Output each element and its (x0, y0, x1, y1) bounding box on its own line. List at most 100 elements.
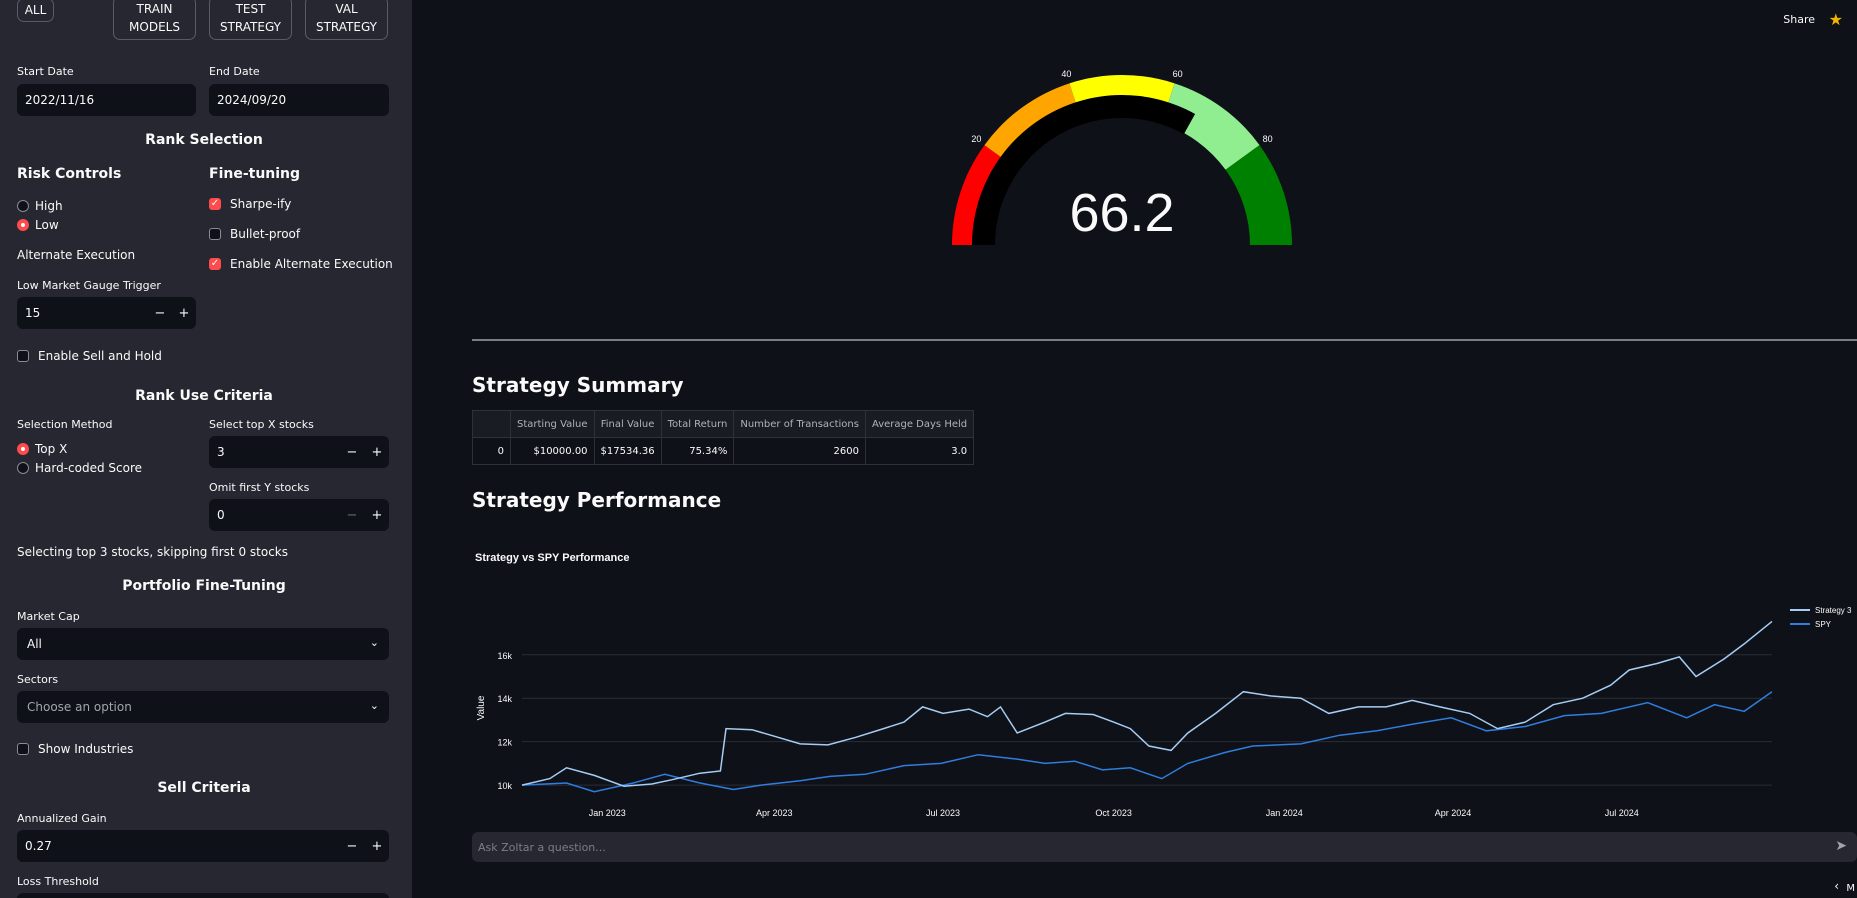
chart-title: Strategy vs SPY Performance (475, 552, 629, 564)
increment-button[interactable]: + (366, 499, 388, 531)
chevron-left-icon[interactable]: ‹ (1834, 879, 1839, 893)
portfolio-fine-tuning-title: Portfolio Fine-Tuning (122, 578, 286, 594)
sidebar: ALL TRAIN MODELS TEST STRATEGY VAL STRAT… (0, 0, 412, 898)
increment-button[interactable]: + (366, 830, 388, 862)
radio-dot (17, 219, 29, 231)
select-top-x-value: 3 (217, 445, 225, 459)
table-cell: 2600 (733, 437, 866, 465)
performance-chart-svg: Strategy vs SPY Performance 10k 12k 14k 16k V… (475, 552, 1852, 818)
end-date-input[interactable]: 2024/09/20 (209, 84, 389, 116)
train-models-button[interactable]: TRAIN MODELS (113, 0, 196, 40)
checkbox-enable-sell-hold[interactable]: Enable Sell and Hold (17, 349, 162, 363)
chevron-down-icon: ⌄ (369, 636, 379, 649)
column-header-index (472, 410, 511, 438)
chat-placeholder: Ask Zoltar a question... (478, 840, 606, 854)
column-header-total-return: Total Return (660, 410, 735, 438)
main-content: Share ★ 02040608010066.2 Strategy Summar… (412, 0, 1857, 898)
increment-button[interactable]: + (173, 297, 195, 329)
rank-selection-title: Rank Selection (145, 132, 263, 148)
strategy-summary-title: Strategy Summary (472, 373, 684, 397)
table-cell: 0 (472, 437, 511, 465)
selecting-summary-text: Selecting top 3 stocks, skipping first 0… (17, 545, 288, 559)
strategy-summary-table: Starting Value Final Value Total Return … (472, 410, 975, 465)
select-top-x-input[interactable]: 3 − + (209, 436, 389, 468)
decrement-button[interactable]: − (341, 830, 363, 862)
table-cell: $10000.00 (510, 437, 595, 465)
send-icon[interactable]: ➤ (1835, 838, 1847, 854)
checkbox-label-show-industries: Show Industries (38, 742, 134, 756)
checkbox-label-bullet-proof: Bullet-proof (230, 227, 301, 241)
val-strategy-button[interactable]: VAL STRATEGY (305, 0, 388, 40)
divider (472, 339, 1857, 341)
all-button[interactable]: ALL (17, 0, 54, 22)
y-tick-label: 12k (497, 738, 512, 748)
chat-input[interactable]: Ask Zoltar a question... ➤ (472, 832, 1857, 862)
checkbox-box (17, 743, 29, 755)
check-icon: ✓ (209, 198, 221, 210)
low-market-gauge-label: Low Market Gauge Trigger (17, 279, 161, 292)
y-tick-label: 10k (497, 781, 512, 791)
start-date-label: Start Date (17, 65, 74, 78)
market-cap-select[interactable]: All ⌄ (17, 628, 389, 660)
annualized-gain-label: Annualized Gain (17, 812, 107, 825)
radio-hard-coded-score[interactable]: Hard-coded Score (17, 461, 142, 475)
low-market-gauge-input[interactable]: 15 − + (17, 297, 196, 329)
loss-threshold-input[interactable] (17, 893, 389, 898)
check-icon: ✓ (209, 258, 221, 270)
gauge-tick-label: 20 (971, 134, 981, 144)
end-date-label: End Date (209, 65, 260, 78)
checkbox-sharpe-ify[interactable]: ✓ Sharpe-ify (209, 197, 291, 211)
omit-first-y-label: Omit first Y stocks (209, 481, 310, 494)
checkbox-box (209, 228, 221, 240)
annualized-gain-input[interactable]: 0.27 − + (17, 830, 389, 862)
column-header-days-held: Average Days Held (864, 410, 975, 438)
gauge-tick-label: 60 (1173, 69, 1183, 79)
omit-first-y-value: 0 (217, 508, 225, 522)
test-strategy-button[interactable]: TEST STRATEGY (209, 0, 292, 40)
series-line-strategy-3 (521, 620, 1773, 787)
sectors-label: Sectors (17, 673, 59, 686)
radio-top-x[interactable]: Top X (17, 442, 67, 456)
star-icon[interactable]: ★ (1829, 10, 1843, 29)
radio-risk-low[interactable]: Low (17, 218, 59, 232)
decrement-button[interactable]: − (341, 499, 363, 531)
increment-button[interactable]: + (366, 436, 388, 468)
decrement-button[interactable]: − (341, 436, 363, 468)
checkbox-label-alternate-execution: Enable Alternate Execution (230, 257, 393, 271)
radio-label-high: High (35, 199, 63, 213)
omit-first-y-input[interactable]: 0 − + (209, 499, 389, 531)
x-tick-label: Jul 2024 (1605, 808, 1639, 818)
market-cap-value: All (27, 637, 42, 651)
x-tick-label: Apr 2024 (1435, 808, 1472, 818)
chevron-down-icon: ⌄ (369, 699, 379, 712)
legend-label[interactable]: SPY (1815, 620, 1832, 629)
radio-label-top-x: Top X (35, 442, 68, 456)
performance-chart: Strategy vs SPY Performance 10k 12k 14k 16k V… (472, 540, 1857, 830)
select-top-x-label: Select top X stocks (209, 418, 314, 431)
decrement-button[interactable]: − (149, 297, 171, 329)
start-date-input[interactable]: 2022/11/16 (17, 84, 196, 116)
gauge-tick-label: 40 (1061, 69, 1071, 79)
loss-threshold-label: Loss Threshold (17, 875, 99, 888)
radio-dot (17, 462, 29, 474)
share-button[interactable]: Share (1783, 13, 1815, 26)
selection-method-label: Selection Method (17, 418, 113, 431)
x-tick-label: Oct 2023 (1095, 808, 1132, 818)
checkbox-bullet-proof[interactable]: Bullet-proof (209, 227, 300, 241)
x-tick-label: Jan 2023 (589, 808, 626, 818)
sectors-placeholder: Choose an option (27, 700, 132, 714)
legend-label[interactable]: Strategy 3 (1815, 606, 1852, 615)
checkbox-show-industries[interactable]: Show Industries (17, 742, 133, 756)
corner-label: M (1846, 883, 1855, 894)
sectors-select[interactable]: Choose an option ⌄ (17, 691, 389, 723)
table-cell: 75.34% (660, 437, 735, 465)
risk-controls-title: Risk Controls (17, 166, 122, 182)
table-row[interactable]: 0 $10000.00 $17534.36 75.34% 2600 3.0 (472, 437, 975, 465)
table-cell: 3.0 (864, 437, 975, 465)
radio-risk-high[interactable]: High (17, 199, 63, 213)
market-cap-label: Market Cap (17, 610, 80, 623)
checkbox-enable-alternate-execution[interactable]: ✓ Enable Alternate Execution (209, 257, 393, 271)
y-tick-label: 16k (497, 651, 512, 661)
alternate-execution-label: Alternate Execution (17, 248, 136, 262)
gauge: 02040608010066.2 (952, 69, 1292, 245)
